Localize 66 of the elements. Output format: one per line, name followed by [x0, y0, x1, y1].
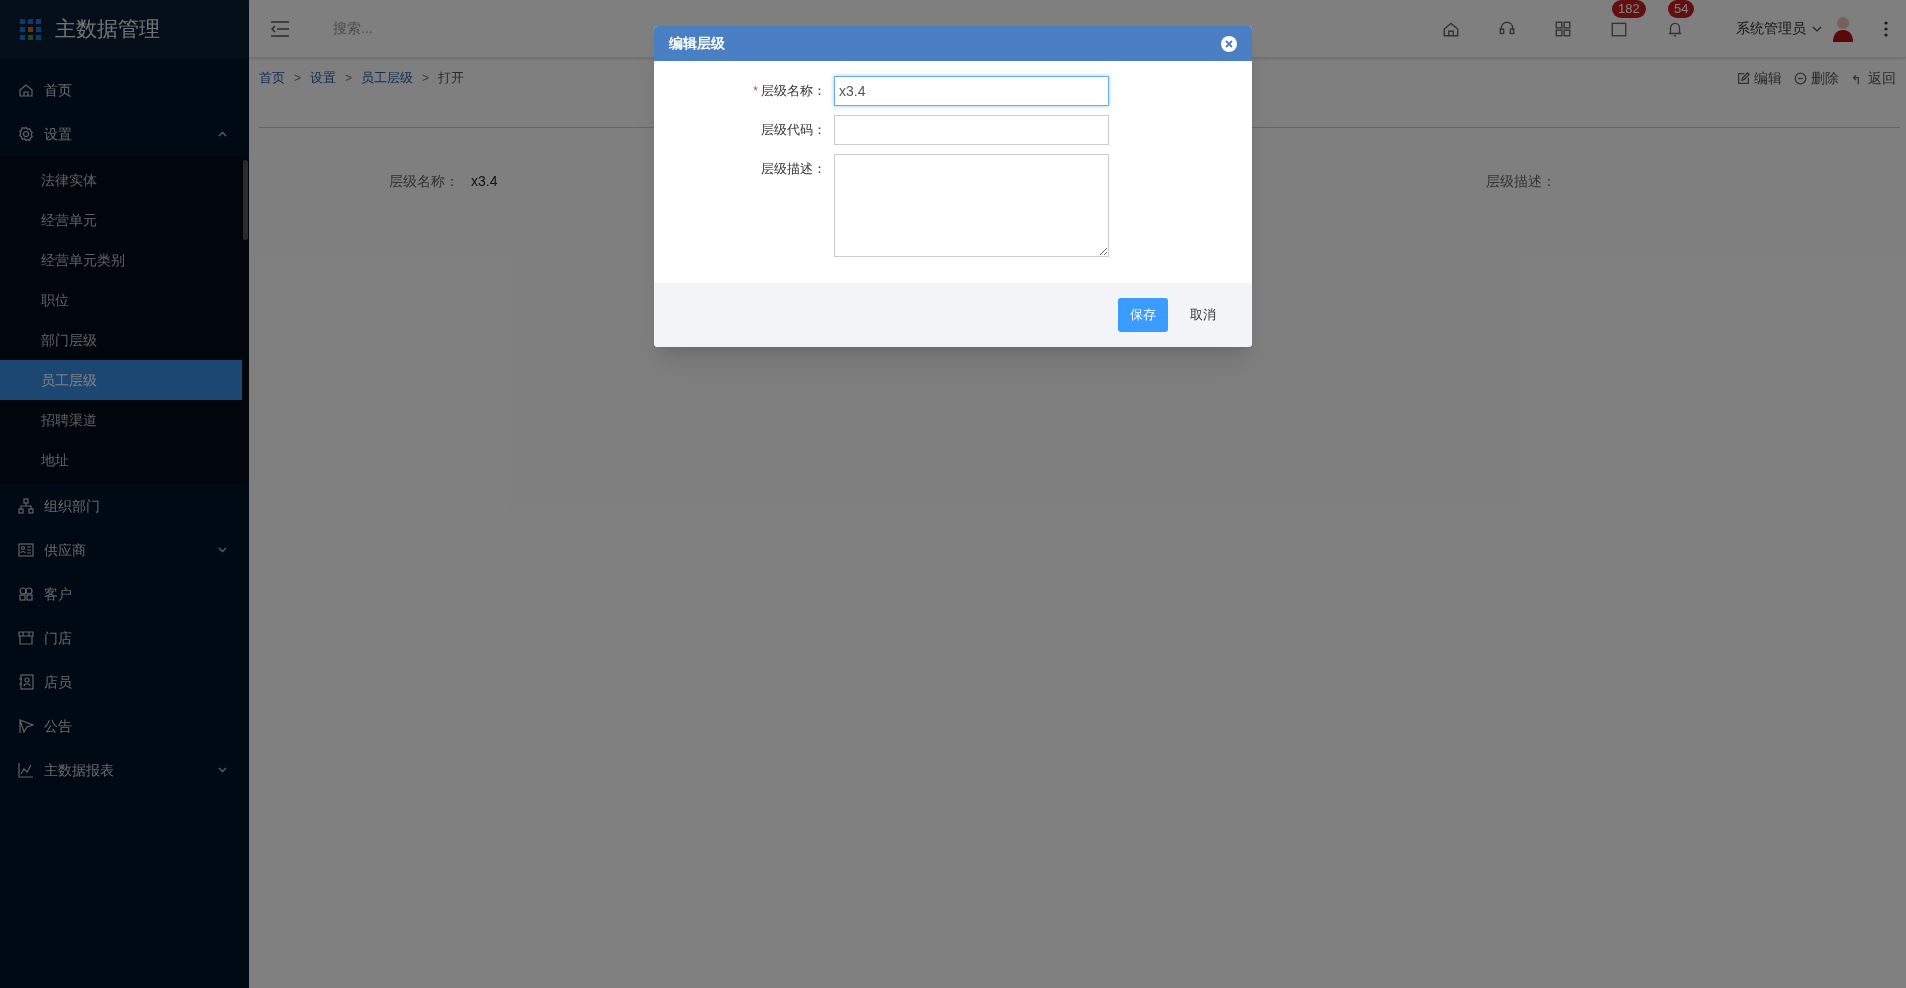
- count-badge: 54: [1668, 0, 1695, 18]
- send-icon: [18, 718, 34, 734]
- menu-item[interactable]: 组织部门: [0, 484, 249, 528]
- menu-item[interactable]: 客户: [0, 572, 249, 616]
- menu-icon[interactable]: [271, 20, 289, 37]
- menu-item[interactable]: 设置: [0, 112, 249, 156]
- chevron-down-icon[interactable]: [218, 767, 227, 773]
- field-label: 层级代码：: [761, 121, 826, 140]
- breadcrumb-separator: >: [294, 70, 301, 87]
- contact-card-icon: [18, 542, 34, 558]
- chevron-up-icon[interactable]: [218, 131, 227, 137]
- grid-icon[interactable]: [1554, 19, 1572, 38]
- breadcrumb-link[interactable]: 设置: [310, 68, 336, 88]
- submenu-item[interactable]: 地址: [0, 440, 242, 480]
- input-field[interactable]: x3.4: [834, 76, 1109, 106]
- cancel-button[interactable]: 取消: [1178, 298, 1228, 332]
- submenu-item[interactable]: 职位: [0, 280, 242, 320]
- submenu-item[interactable]: 招聘渠道: [0, 400, 242, 440]
- more-icon[interactable]: [1884, 20, 1888, 37]
- app-title: 主数据管理: [55, 16, 160, 43]
- field-label: 层级名称：: [761, 82, 826, 101]
- breadcrumb-current: 打开: [438, 69, 465, 88]
- submenu-item[interactable]: 经营单元: [0, 200, 242, 240]
- logo-icon: [20, 18, 41, 40]
- submenu-item[interactable]: 经营单元类别: [0, 240, 242, 280]
- action-link[interactable]: 返回: [1851, 67, 1896, 89]
- required-mark: *: [753, 83, 758, 100]
- menu-item[interactable]: 主数据报表: [0, 748, 249, 792]
- menu-item[interactable]: 门店: [0, 616, 249, 660]
- grid-circles-icon: [18, 586, 34, 602]
- input-field[interactable]: [834, 115, 1109, 145]
- field-value: x3.4: [471, 172, 498, 191]
- field-label: 层级描述：: [1486, 172, 1556, 191]
- save-button[interactable]: 保存: [1118, 298, 1168, 332]
- breadcrumb-link[interactable]: 员工层级: [361, 68, 414, 88]
- breadcrumb-link[interactable]: 首页: [259, 68, 285, 88]
- field-label: 层级名称：: [389, 172, 459, 191]
- storefront-icon: [18, 630, 34, 646]
- menu-item[interactable]: 店员: [0, 660, 249, 704]
- dialog-title: 编辑层级: [669, 34, 725, 53]
- menu-item[interactable]: 供应商: [0, 528, 249, 572]
- scrollbar-thumb[interactable]: [243, 160, 248, 240]
- org-chart-icon: [18, 498, 34, 514]
- count-badge: 182: [1612, 0, 1646, 18]
- menu-item[interactable]: 首页: [0, 68, 249, 112]
- action-link[interactable]: 编辑: [1737, 67, 1782, 89]
- submenu-item[interactable]: 员工层级: [0, 360, 242, 400]
- edit-icon: [1737, 71, 1750, 85]
- field-label: 层级描述：: [761, 160, 826, 179]
- close-icon[interactable]: [1221, 35, 1237, 52]
- action-link[interactable]: 删除: [1794, 67, 1839, 89]
- id-badge-icon: [18, 674, 34, 690]
- chevron-down-icon[interactable]: [1812, 25, 1822, 32]
- avatar-icon[interactable]: [1832, 15, 1854, 42]
- home-icon: [18, 82, 34, 98]
- submenu-item[interactable]: 部门层级: [0, 320, 242, 360]
- minus-circle-icon: [1794, 71, 1807, 85]
- submenu-item[interactable]: 法律实体: [0, 160, 242, 200]
- user-name[interactable]: 系统管理员: [1736, 18, 1806, 39]
- line-chart-icon: [18, 762, 34, 778]
- breadcrumb-separator: >: [422, 70, 430, 87]
- textarea-field[interactable]: [834, 154, 1109, 257]
- menu-item[interactable]: 公告: [0, 704, 249, 748]
- breadcrumb-separator: >: [345, 70, 353, 87]
- settings-icon: [18, 126, 34, 142]
- chevron-down-icon[interactable]: [218, 547, 227, 553]
